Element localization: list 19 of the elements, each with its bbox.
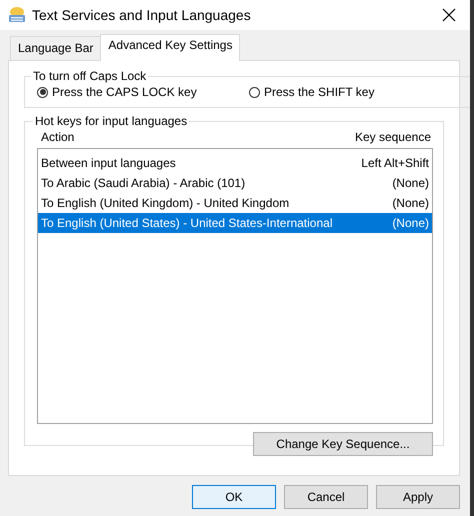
keyboard-icon [8,6,26,24]
column-header[interactable]: Key sequence [354,130,431,144]
group-title: Hot keys for input languages [34,114,188,128]
list-row[interactable]: To English (United States) - United States-International (None) [38,213,432,233]
close-icon[interactable] [442,8,456,22]
column-header[interactable]: Action [41,130,74,144]
list-row[interactable]: Between input languages Left Alt+Shift [38,153,432,173]
radio-option[interactable]: Press the SHIFT key [249,85,461,99]
dialog-button[interactable]: OK [192,485,276,509]
list-row[interactable]: To Arabic (Saudi Arabia) - Arabic (101) (None) [38,173,432,193]
window-title: Text Services and Input Languages [32,7,252,23]
list-row[interactable]: To English (United Kingdom) - United Kingdom (None) [38,193,432,213]
tab[interactable]: Language Bar [10,36,102,60]
group-title: To turn off Caps Lock [32,69,148,83]
change-key-sequence-button[interactable]: Change Key Sequence... [253,432,433,456]
tab[interactable]: Advanced Key Settings [100,34,240,61]
dialog-button[interactable]: Apply [376,485,460,509]
radio-option[interactable]: Press the CAPS LOCK key [37,85,249,99]
dialog-button[interactable]: Cancel [284,485,368,509]
